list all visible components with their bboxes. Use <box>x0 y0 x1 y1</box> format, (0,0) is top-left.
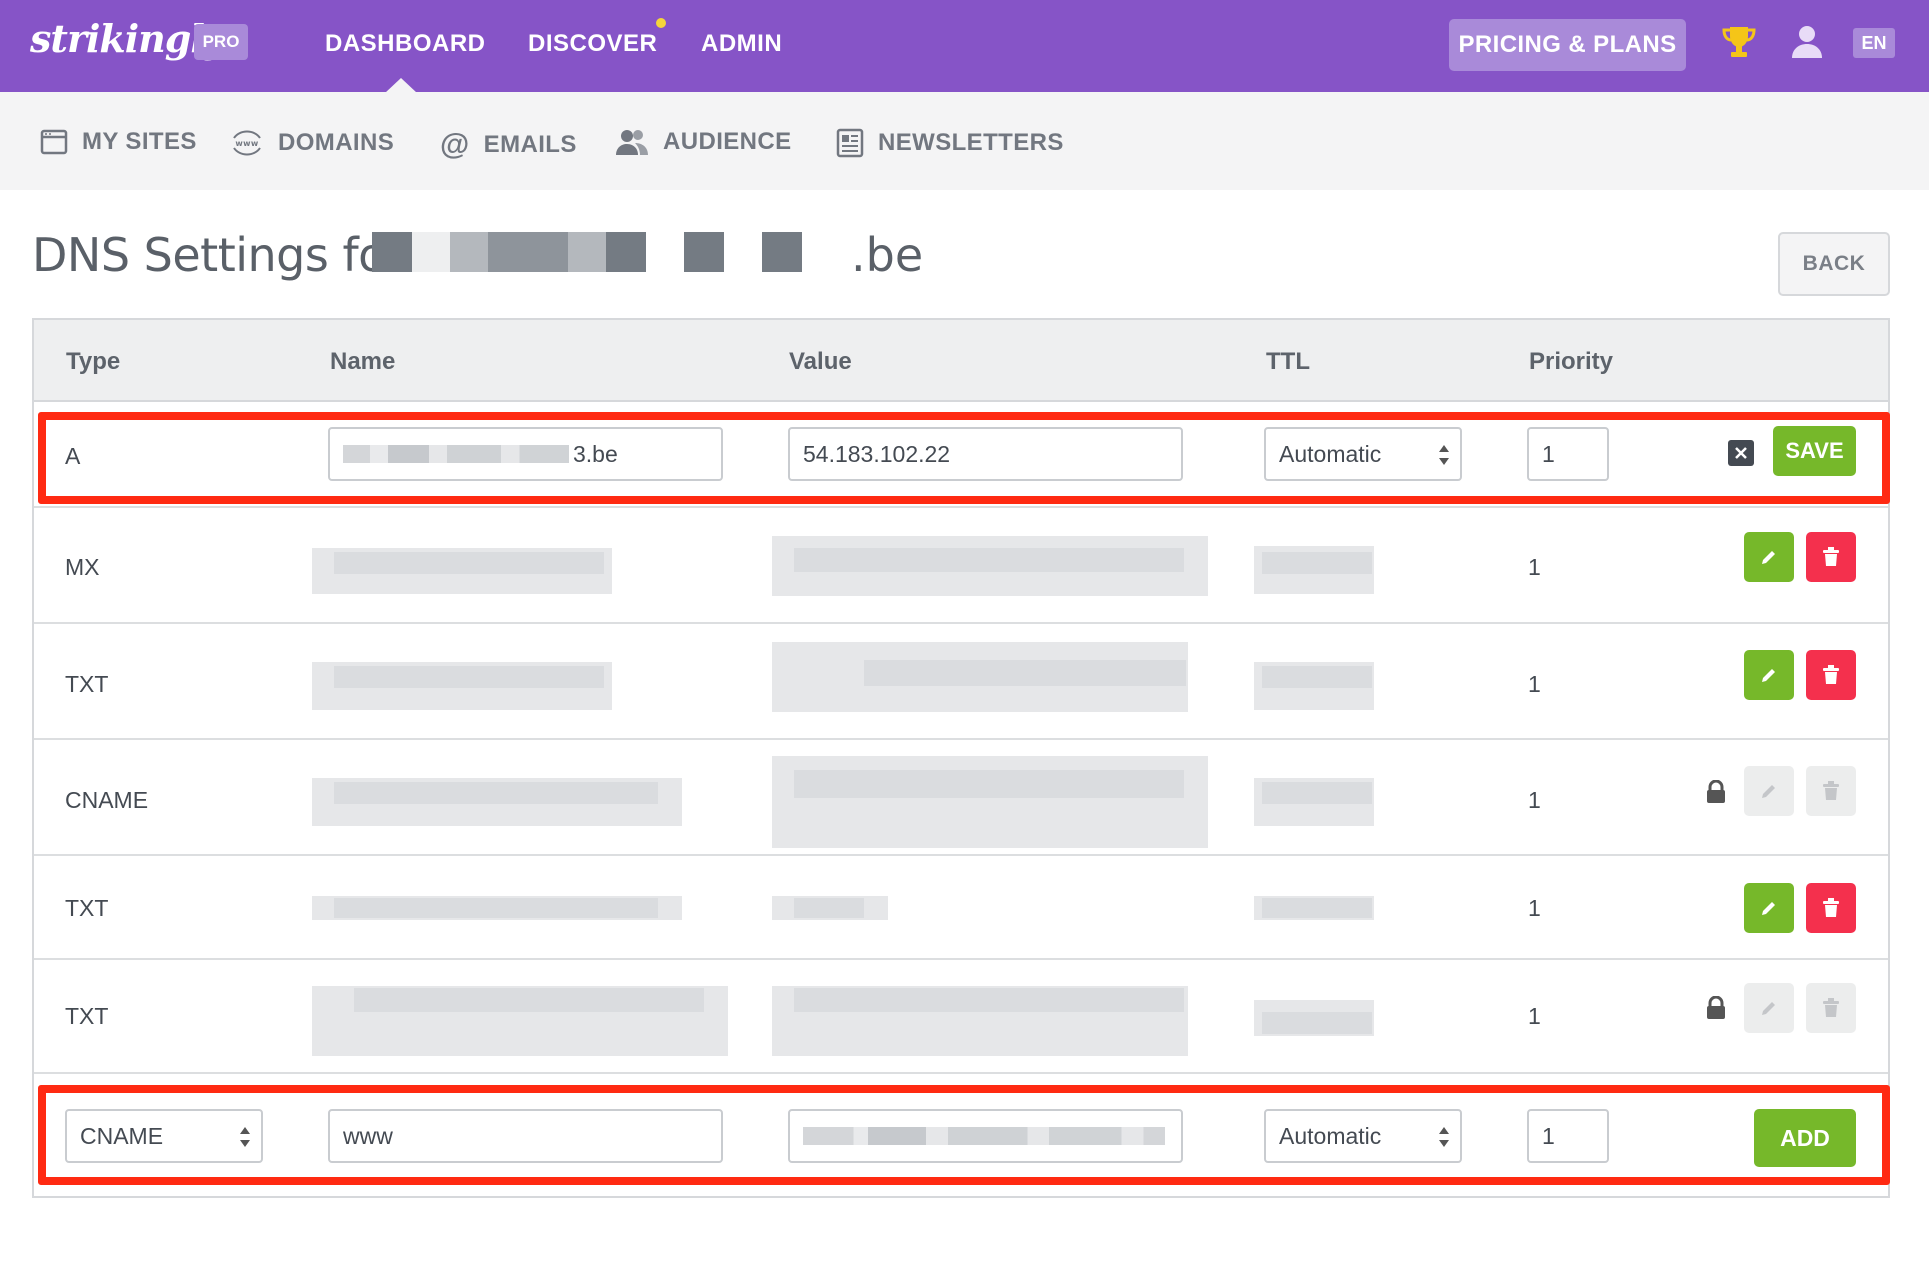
record-type: A <box>65 443 81 469</box>
people-icon <box>616 130 648 155</box>
select-arrows-icon <box>1439 1127 1449 1147</box>
column-header-value: Value <box>789 348 852 375</box>
browser-window-icon <box>40 129 68 155</box>
trash-icon <box>1823 781 1839 800</box>
record-priority: 1 <box>1528 787 1541 813</box>
pencil-icon <box>1762 902 1775 915</box>
pro-badge: PRO <box>194 24 248 60</box>
ttl-select-value: Automatic <box>1279 440 1382 467</box>
nav-discover[interactable]: DISCOVER <box>528 30 657 58</box>
subnav-label: MY SITES <box>82 128 197 155</box>
delete-record-button[interactable] <box>1806 532 1856 582</box>
subnav-label: AUDIENCE <box>663 128 792 155</box>
record-type: TXT <box>65 671 109 697</box>
type-select-value: CNAME <box>80 1122 164 1149</box>
delete-record-button-disabled <box>1806 766 1856 816</box>
priority-input[interactable]: 1 <box>1527 427 1609 481</box>
select-arrows-icon <box>240 1127 250 1147</box>
new-record-value-input[interactable] <box>788 1109 1183 1163</box>
record-type: TXT <box>65 895 109 921</box>
newsletter-icon <box>836 128 864 158</box>
notification-dot <box>656 18 666 28</box>
ttl-select[interactable]: Automatic <box>1264 427 1462 481</box>
select-arrows-icon <box>1439 445 1449 465</box>
subnav-label: EMAILS <box>483 131 577 158</box>
record-priority: 1 <box>1528 554 1541 580</box>
at-sign-icon: @ <box>440 128 470 161</box>
column-header-priority: Priority <box>1529 348 1614 375</box>
trash-icon <box>1823 547 1839 566</box>
edit-record-button[interactable] <box>1744 650 1794 700</box>
redacted-value-text <box>803 1127 1165 1145</box>
record-type: MX <box>65 554 100 580</box>
lock-icon <box>1705 995 1727 1025</box>
new-record-name-input[interactable]: www <box>328 1109 723 1163</box>
record-priority: 1 <box>1528 895 1541 921</box>
edit-record-button[interactable] <box>1744 532 1794 582</box>
new-ttl-select[interactable]: Automatic <box>1264 1109 1462 1163</box>
subnav-emails[interactable]: @ EMAILS <box>440 128 577 162</box>
trash-icon <box>1823 898 1839 917</box>
record-type: TXT <box>65 1003 109 1029</box>
nav-admin[interactable]: ADMIN <box>701 30 782 58</box>
column-header-ttl: TTL <box>1266 348 1310 375</box>
host-suffix: 3.be <box>573 440 618 467</box>
nav-dashboard[interactable]: DASHBOARD <box>325 30 486 58</box>
subnav-label: NEWSLETTERS <box>878 129 1064 156</box>
trophy-icon[interactable] <box>1722 24 1756 65</box>
svg-text:www: www <box>235 139 259 148</box>
new-priority-input[interactable]: 1 <box>1527 1109 1609 1163</box>
pencil-icon <box>1762 1002 1775 1015</box>
table-header: Type Name Value TTL Priority <box>34 320 1888 402</box>
redacted-host-text <box>343 445 569 463</box>
column-header-name: Name <box>330 348 396 375</box>
delete-record-button[interactable] <box>1806 650 1856 700</box>
subnav-label: DOMAINS <box>278 129 395 156</box>
delete-record-button-disabled <box>1806 983 1856 1033</box>
record-value-input[interactable]: 54.183.102.22 <box>788 427 1183 481</box>
record-priority: 1 <box>1528 671 1541 697</box>
subnav-audience[interactable]: AUDIENCE <box>615 128 792 156</box>
pencil-icon <box>1762 785 1775 798</box>
pencil-icon <box>1762 551 1775 564</box>
cancel-edit-icon[interactable] <box>1728 440 1754 466</box>
domain-suffix: .be <box>851 228 924 282</box>
edit-record-button-disabled <box>1744 983 1794 1033</box>
record-priority: 1 <box>1528 1003 1541 1029</box>
top-navbar: strikingly PRO DASHBOARD DISCOVER ADMIN … <box>0 0 1929 93</box>
page-title: DNS Settings for <box>32 228 405 282</box>
add-record-button[interactable]: ADD <box>1754 1109 1856 1167</box>
delete-record-button[interactable] <box>1806 883 1856 933</box>
language-selector[interactable]: EN <box>1853 28 1895 58</box>
lock-icon <box>1705 779 1727 809</box>
ttl-select-value: Automatic <box>1279 1122 1382 1149</box>
record-type: CNAME <box>65 787 149 813</box>
sub-navbar: MY SITES www DOMAINS @ EMAILS AUDIENCE N… <box>0 92 1929 190</box>
trash-icon <box>1823 665 1839 684</box>
column-header-type: Type <box>66 348 121 375</box>
new-record-type-select[interactable]: CNAME <box>65 1109 263 1163</box>
back-button[interactable]: BACK <box>1778 232 1890 296</box>
user-icon[interactable] <box>1790 24 1824 65</box>
record-name-input[interactable]: 3.be <box>328 427 723 481</box>
edit-record-button-disabled <box>1744 766 1794 816</box>
trash-icon <box>1823 998 1839 1017</box>
pencil-icon <box>1762 669 1775 682</box>
subnav-my-sites[interactable]: MY SITES <box>40 128 197 156</box>
edit-record-button[interactable] <box>1744 883 1794 933</box>
www-globe-icon: www <box>233 130 261 156</box>
active-nav-caret <box>385 78 417 93</box>
save-button[interactable]: SAVE <box>1773 426 1856 476</box>
subnav-domains[interactable]: www DOMAINS <box>230 128 394 158</box>
subnav-newsletters[interactable]: NEWSLETTERS <box>836 128 1064 158</box>
pricing-plans-button[interactable]: PRICING & PLANS <box>1449 19 1686 71</box>
